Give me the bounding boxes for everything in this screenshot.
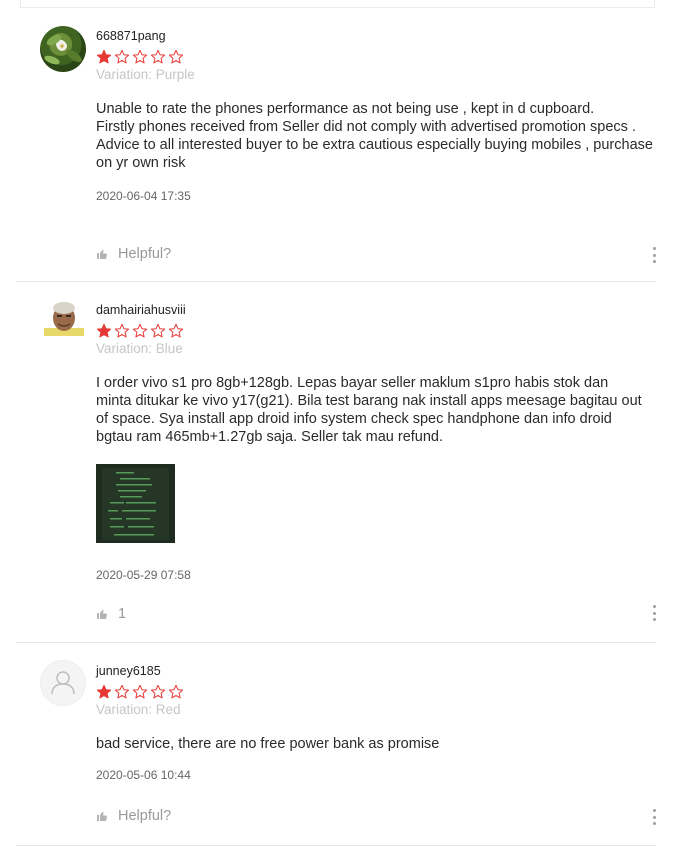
rating-stars [96, 684, 656, 700]
more-options-icon[interactable] [652, 605, 656, 621]
star-empty-icon [114, 323, 130, 338]
star-empty-icon [114, 49, 130, 64]
star-empty-icon [150, 49, 166, 64]
star-empty-icon [150, 684, 166, 699]
star-empty-icon [132, 49, 148, 64]
review-text: I order vivo s1 pro 8gb+128gb. Lepas bay… [96, 375, 642, 445]
previous-panel-edge [20, 0, 655, 8]
star-filled-icon [96, 323, 112, 338]
review-timestamp: 2020-05-06 10:44 [96, 768, 191, 782]
star-empty-icon [150, 323, 166, 338]
helpful-button[interactable]: 1 [96, 606, 126, 622]
rating-stars [96, 49, 656, 65]
variation-label: Variation: Blue [96, 341, 183, 356]
review-text: bad service, there are no free power ban… [96, 736, 440, 752]
star-empty-icon [114, 684, 130, 699]
avatar[interactable] [40, 26, 86, 72]
helpful-button[interactable]: Helpful? [96, 808, 171, 824]
thumbs-up-icon [97, 609, 107, 619]
review-item: 668871pang Variation: Purple Unable to r… [16, 8, 656, 282]
review-timestamp: 2020-05-29 07:58 [96, 568, 191, 582]
review-timestamp: 2020-06-04 17:35 [96, 189, 191, 203]
phone-screenshot-image [96, 464, 175, 543]
star-empty-icon [168, 49, 184, 64]
avatar[interactable] [44, 296, 84, 336]
star-empty-icon [132, 323, 148, 338]
review-username[interactable]: damhairiahusviii [96, 302, 656, 318]
star-empty-icon [132, 684, 148, 699]
helpful-label: Helpful? [118, 808, 172, 824]
variation-label: Variation: Red [96, 702, 181, 717]
more-options-icon[interactable] [652, 247, 656, 263]
rating-stars [96, 323, 656, 339]
default-user-icon [51, 671, 75, 695]
variation-label: Variation: Purple [96, 67, 195, 82]
star-filled-icon [96, 49, 112, 64]
review-text: Unable to rate the phones performance as… [96, 101, 653, 171]
thumbs-up-icon [97, 249, 107, 259]
more-options-icon[interactable] [652, 809, 656, 825]
avatar[interactable] [40, 660, 86, 706]
thumbs-up-icon [97, 811, 107, 821]
helpful-label: Helpful? [118, 246, 172, 262]
star-empty-icon [168, 323, 184, 338]
review-username[interactable]: 668871pang [96, 28, 656, 44]
helpful-button[interactable]: Helpful? [96, 246, 171, 262]
helpful-count: 1 [118, 606, 127, 622]
person-photo-icon [44, 302, 84, 336]
star-empty-icon [168, 684, 184, 699]
flower-icon [44, 34, 82, 65]
review-item: junney6185 Variation: Red bad service, t… [16, 643, 656, 846]
review-username[interactable]: junney6185 [96, 663, 656, 679]
star-filled-icon [96, 684, 112, 699]
review-photo-thumbnail[interactable] [96, 464, 175, 543]
review-item: damhairiahusviii Variation: Blue I order… [16, 282, 656, 643]
